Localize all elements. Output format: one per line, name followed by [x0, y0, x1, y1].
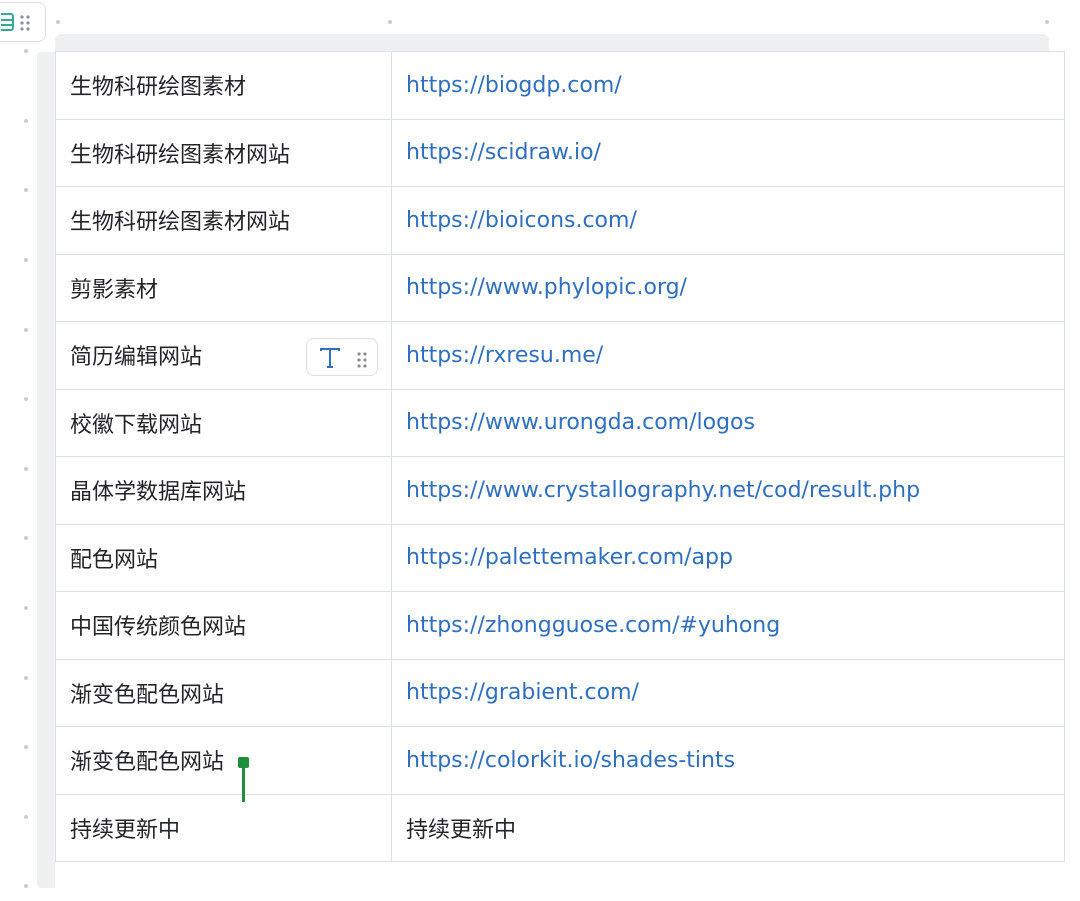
row-insert-dot[interactable]	[24, 188, 28, 192]
site-name-cell[interactable]: 生物科研绘图素材网站	[55, 118, 392, 187]
site-name: 中国传统颜色网站	[70, 615, 247, 641]
site-url-cell[interactable]: https://palettemaker.com/app	[391, 523, 1065, 592]
table-row: 生物科研绘图素材网站 https://scidraw.io/	[55, 118, 1065, 187]
site-url-link[interactable]: https://www.urongda.com/logos	[406, 410, 755, 435]
site-name: 生物科研绘图素材网站	[70, 210, 291, 236]
site-name: 剪影素材	[70, 277, 159, 303]
row-select-bar[interactable]	[37, 52, 55, 888]
site-name: 配色网站	[70, 547, 159, 573]
site-url-link[interactable]: https://bioicons.com/	[406, 208, 637, 233]
table-row: 生物科研绘图素材网站 https://bioicons.com/	[55, 186, 1065, 255]
site-url-cell[interactable]: https://bioicons.com/	[391, 186, 1065, 255]
site-name-cell[interactable]: 渐变色配色网站	[55, 658, 392, 727]
site-name: 校徽下载网站	[70, 412, 203, 438]
site-name-cell[interactable]: 生物科研绘图素材	[55, 51, 392, 120]
site-name-cell[interactable]: 中国传统颜色网站	[55, 591, 392, 660]
table-row: 渐变色配色网站 https://colorkit.io/shades-tints	[55, 726, 1065, 795]
row-insert-dot[interactable]	[24, 745, 28, 749]
cell-block-toolbar[interactable]	[306, 338, 378, 376]
site-name-cell[interactable]: 简历编辑网站	[55, 321, 392, 390]
drag-grip-icon[interactable]	[20, 15, 30, 35]
site-url-link[interactable]: https://scidraw.io/	[406, 140, 601, 165]
site-name: 渐变色配色网站	[70, 750, 225, 776]
column-insert-dot[interactable]	[56, 20, 60, 24]
column-select-bar[interactable]	[55, 34, 1049, 51]
row-insert-dot[interactable]	[24, 536, 28, 540]
site-url-link[interactable]: https://palettemaker.com/app	[406, 545, 733, 570]
site-name-cell[interactable]: 校徽下载网站	[55, 388, 392, 457]
table-row: 剪影素材 https://www.phylopic.org/	[55, 253, 1065, 322]
table-row: 生物科研绘图素材 https://biogdp.com/	[55, 51, 1065, 120]
site-name: 生物科研绘图素材	[70, 75, 247, 101]
row-insert-dot[interactable]	[24, 606, 28, 610]
table-row: 晶体学数据库网站 https://www.crystallography.net…	[55, 456, 1065, 525]
table-row: 校徽下载网站 https://www.urongda.com/logos	[55, 388, 1065, 457]
table-block-handle[interactable]	[0, 2, 46, 42]
column-insert-dot[interactable]	[1045, 20, 1049, 24]
site-url-cell[interactable]: https://www.crystallography.net/cod/resu…	[391, 456, 1065, 525]
row-insert-dot[interactable]	[24, 676, 28, 680]
site-url-link[interactable]: https://zhongguose.com/#yuhong	[406, 613, 780, 638]
site-name-cell[interactable]: 生物科研绘图素材网站	[55, 186, 392, 255]
site-url-cell[interactable]: https://www.urongda.com/logos	[391, 388, 1065, 457]
site-name: 生物科研绘图素材网站	[70, 142, 291, 168]
table-row: 简历编辑网站 https://rxresu.me/	[55, 321, 1065, 390]
link-table: 生物科研绘图素材 https://biogdp.com/ 生物科研绘图素材网站 …	[55, 51, 1065, 862]
table-row: 中国传统颜色网站 https://zhongguose.com/#yuhong	[55, 591, 1065, 660]
site-url-cell[interactable]: https://grabient.com/	[391, 658, 1065, 727]
site-url-cell[interactable]: https://zhongguose.com/#yuhong	[391, 591, 1065, 660]
site-url-link[interactable]: https://www.phylopic.org/	[406, 275, 687, 300]
site-name-cell[interactable]: 持续更新中	[55, 793, 392, 862]
row-insert-dot[interactable]	[24, 49, 28, 53]
table-row: 配色网站 https://palettemaker.com/app	[55, 523, 1065, 592]
text-type-icon[interactable]	[318, 346, 342, 376]
site-url-link[interactable]: https://rxresu.me/	[406, 343, 603, 368]
row-insert-dot[interactable]	[24, 884, 28, 888]
site-url-text: 持续更新中	[406, 817, 517, 843]
site-url-cell[interactable]: https://www.phylopic.org/	[391, 253, 1065, 322]
site-name-cell[interactable]: 剪影素材	[55, 253, 392, 322]
site-name: 简历编辑网站	[70, 345, 203, 371]
row-insert-dot[interactable]	[24, 397, 28, 401]
site-name-cell[interactable]: 晶体学数据库网站	[55, 456, 392, 525]
site-name-cell[interactable]: 渐变色配色网站	[55, 726, 392, 795]
row-insert-dot[interactable]	[24, 258, 28, 262]
row-insert-dot[interactable]	[24, 328, 28, 332]
row-insert-dot[interactable]	[24, 119, 28, 123]
text-cursor	[242, 765, 245, 802]
site-url-link[interactable]: https://colorkit.io/shades-tints	[406, 748, 735, 773]
site-url-cell[interactable]: 持续更新中	[391, 793, 1065, 862]
site-url-cell[interactable]: https://colorkit.io/shades-tints	[391, 726, 1065, 795]
site-url-link[interactable]: https://grabient.com/	[406, 680, 639, 705]
row-insert-dot[interactable]	[24, 467, 28, 471]
site-url-cell[interactable]: https://scidraw.io/	[391, 118, 1065, 187]
site-url-link[interactable]: https://biogdp.com/	[406, 73, 622, 98]
table-icon	[0, 13, 15, 35]
site-name: 渐变色配色网站	[70, 682, 225, 708]
table-row: 持续更新中 持续更新中	[55, 793, 1065, 862]
site-name-cell[interactable]: 配色网站	[55, 523, 392, 592]
column-insert-dot[interactable]	[388, 20, 392, 24]
drag-grip-icon[interactable]	[357, 349, 367, 374]
site-url-link[interactable]: https://www.crystallography.net/cod/resu…	[406, 478, 920, 503]
site-url-cell[interactable]: https://rxresu.me/	[391, 321, 1065, 390]
table-row: 渐变色配色网站 https://grabient.com/	[55, 658, 1065, 727]
site-name: 晶体学数据库网站	[70, 480, 247, 506]
site-name: 持续更新中	[70, 817, 181, 843]
site-url-cell[interactable]: https://biogdp.com/	[391, 51, 1065, 120]
row-insert-dot[interactable]	[24, 815, 28, 819]
